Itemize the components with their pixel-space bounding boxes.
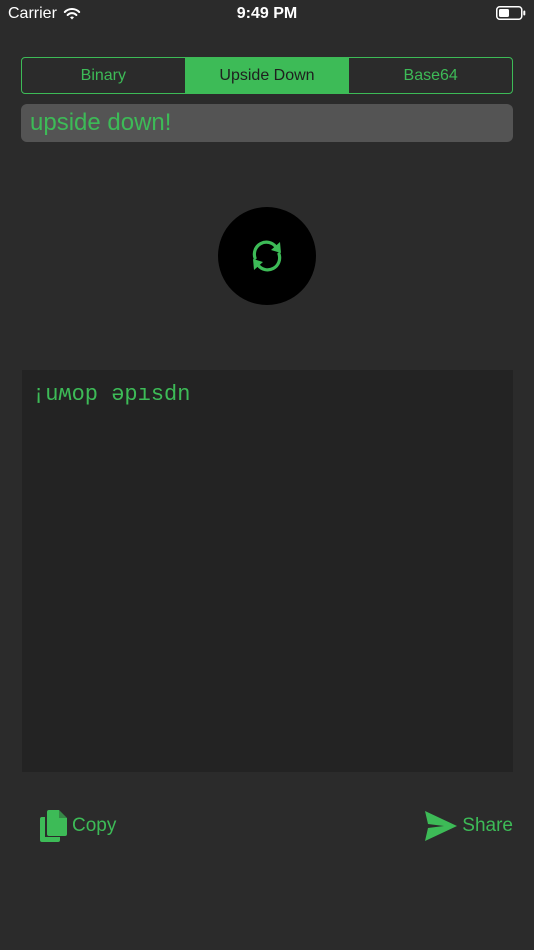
segment-binary[interactable]: Binary (22, 58, 186, 93)
mode-segmented-control: Binary Upside Down Base64 (21, 57, 513, 94)
segment-upside-down[interactable]: Upside Down (185, 58, 350, 93)
refresh-icon (252, 240, 282, 272)
battery-icon (496, 6, 526, 20)
share-button[interactable]: Share (424, 808, 513, 844)
convert-button[interactable] (218, 207, 316, 305)
share-label: Share (462, 815, 513, 836)
output-text: ¡uʍop ǝpısdn (32, 382, 191, 407)
send-icon (425, 811, 458, 841)
copy-button[interactable]: Copy (38, 808, 116, 844)
copy-label: Copy (72, 815, 117, 836)
text-input[interactable]: upside down! (21, 104, 513, 142)
copy-icon (40, 810, 67, 842)
segment-base64[interactable]: Base64 (349, 58, 512, 93)
status-time: 9:49 PM (236, 5, 298, 22)
status-bar: Carrier 9:49 PM (0, 0, 534, 28)
output-text-area[interactable]: ¡uʍop ǝpısdn (22, 370, 513, 772)
